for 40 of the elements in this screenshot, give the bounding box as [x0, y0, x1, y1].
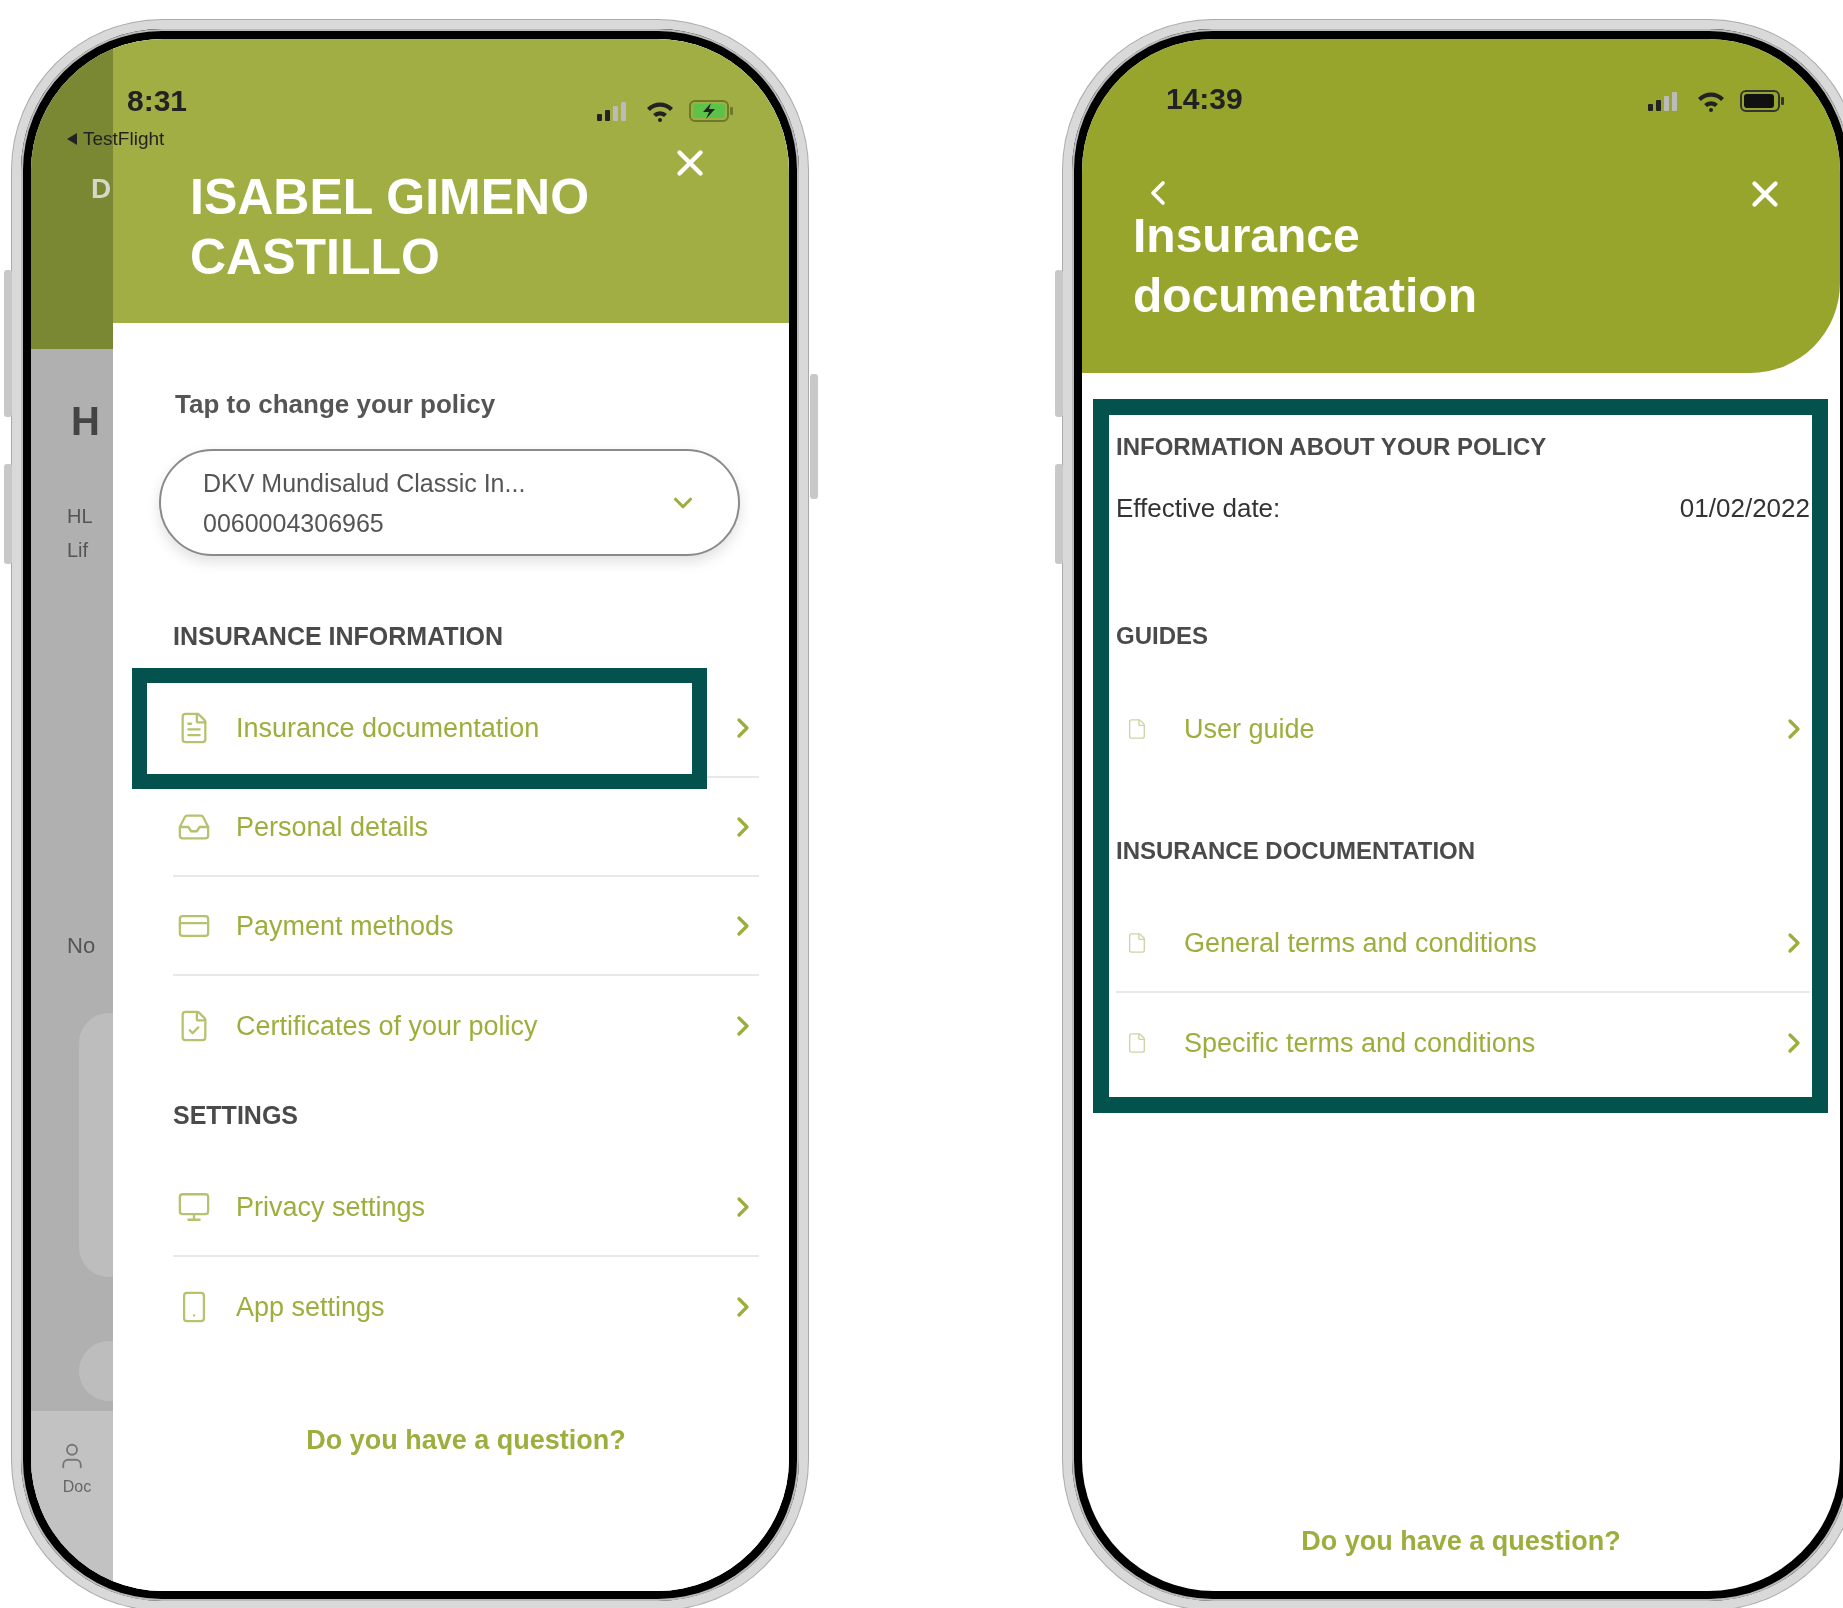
menu-item[interactable]: Certificates of your policy	[173, 976, 759, 1075]
menu-item[interactable]: Payment methods	[173, 877, 759, 976]
section-heading: INSURANCE INFORMATION	[173, 621, 505, 652]
card-background	[79, 1341, 113, 1401]
section-heading: GUIDES	[1116, 621, 1209, 651]
wifi-icon	[1696, 90, 1726, 112]
section-heading: INFORMATION ABOUT YOUR POLICY	[1116, 432, 1548, 462]
policy-select[interactable]: DKV Mundisalud Classic In... 0060004306965	[159, 449, 740, 556]
menu-item[interactable]: Privacy settings	[173, 1158, 759, 1257]
menu-item[interactable]: Insurance documentation	[173, 679, 759, 778]
field-label: Effective date:	[1116, 492, 1281, 525]
file-icon	[1126, 931, 1148, 954]
file-icon	[1126, 1031, 1148, 1054]
battery-charging-icon	[689, 99, 735, 123]
user-name: ISABEL GIMENO CASTILLO	[190, 168, 591, 287]
page-title: Insurance documentation	[1133, 208, 1478, 324]
body-text: HL	[67, 504, 94, 529]
body-text: No	[67, 932, 97, 960]
document-link[interactable]: General terms and conditions	[1116, 894, 1810, 993]
back-triangle-icon	[67, 133, 77, 145]
section-heading: SETTINGS	[173, 1100, 299, 1131]
field-value: 01/02/2022	[1679, 492, 1810, 525]
question-link[interactable]: Do you have a question?	[1301, 1523, 1621, 1559]
question-link[interactable]: Do you have a question?	[306, 1422, 626, 1458]
section-heading: INSURANCE DOCUMENTATION	[1116, 836, 1477, 866]
page-heading: H	[71, 399, 101, 443]
status-time: 8:31	[127, 83, 188, 119]
logo-text: D	[91, 172, 113, 206]
status-time: 14:39	[1166, 81, 1243, 117]
wifi-icon	[645, 100, 675, 122]
file-icon	[1126, 717, 1148, 740]
back-app-link[interactable]: TestFlight	[83, 127, 165, 151]
tab-label: Doc	[61, 1477, 92, 1497]
policy-prompt: Tap to change your policy	[175, 388, 497, 421]
menu-item[interactable]: App settings	[173, 1257, 759, 1356]
battery-icon	[1740, 89, 1786, 113]
document-link[interactable]: User guide	[1116, 679, 1810, 778]
document-link[interactable]: Specific terms and conditions	[1116, 993, 1810, 1092]
menu-item[interactable]: Personal details	[173, 778, 759, 877]
body-text: Lif	[67, 538, 90, 563]
